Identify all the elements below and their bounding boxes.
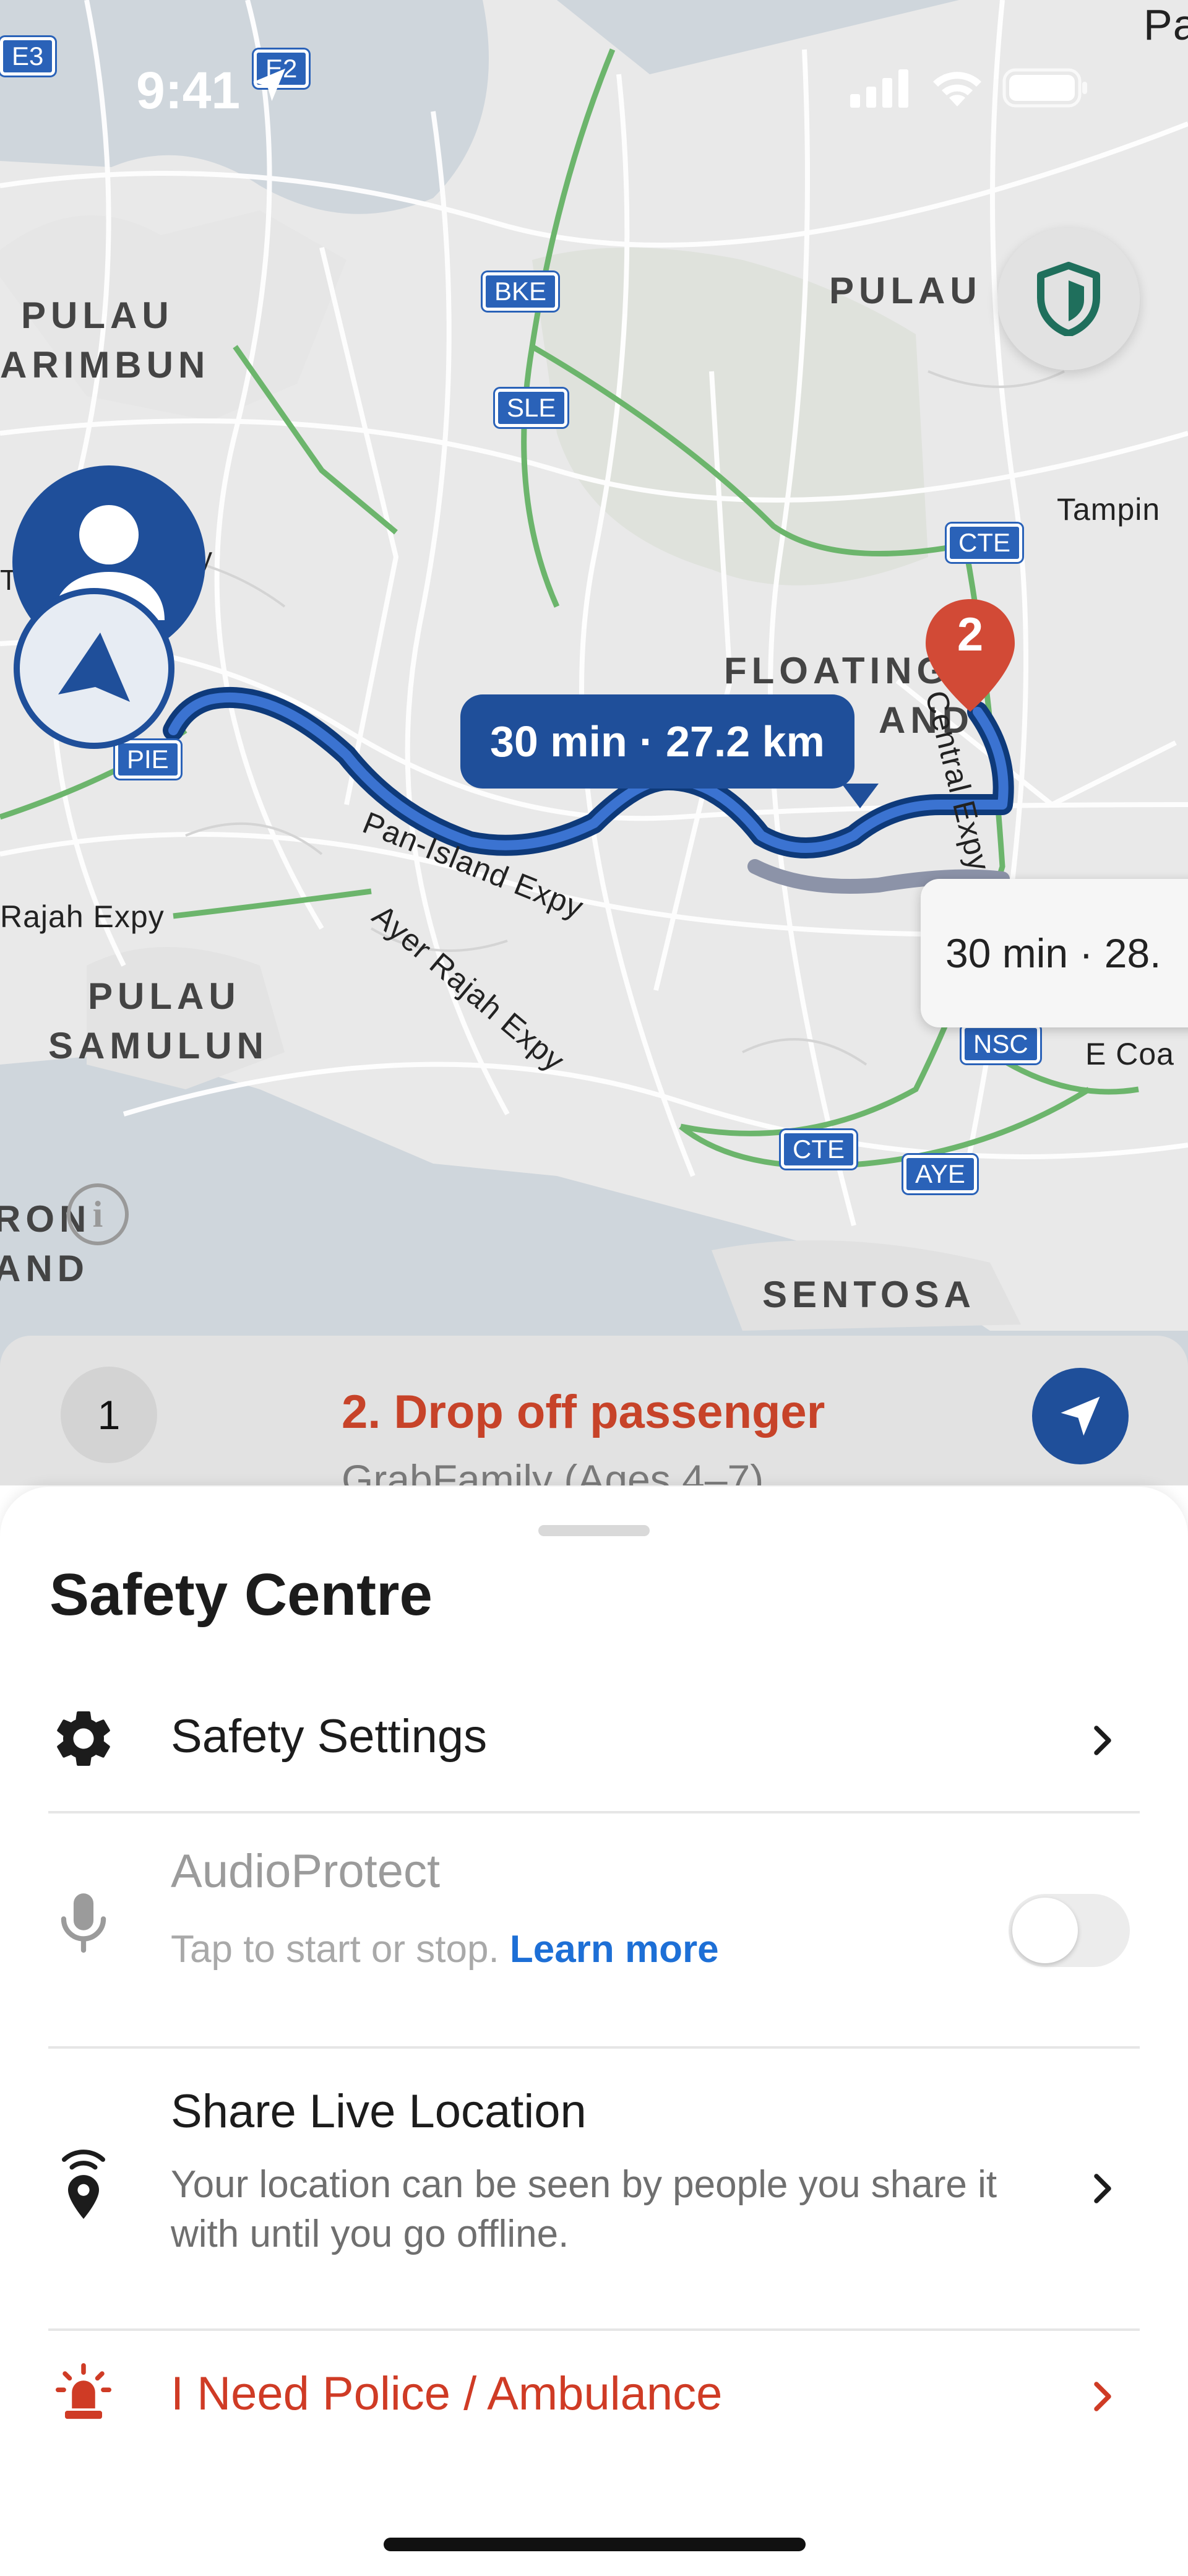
highway-shield-cte: CTE <box>781 1130 856 1169</box>
map-label-sentosa: SENTOSA <box>762 1274 976 1315</box>
audioprotect-toggle[interactable] <box>1009 1894 1130 1967</box>
audioprotect-description: Tap to start or stop. Learn more <box>171 1925 1037 1974</box>
location-arrow-icon <box>252 68 286 102</box>
navigation-arrow-icon <box>58 633 130 702</box>
chevron-right-icon <box>1094 2174 1111 2203</box>
map-label-line: SAMULUN <box>48 1025 269 1066</box>
map-label-pulau-samulun: PULAU SAMULUN <box>48 972 269 1071</box>
share-live-location-description: Your location can be seen by people you … <box>171 2163 997 2255</box>
safety-shield-button[interactable] <box>997 228 1140 370</box>
stop-pin[interactable]: 2 <box>921 594 1020 718</box>
home-indicator[interactable] <box>384 2538 806 2551</box>
highway-shield-aye: AYE <box>903 1155 977 1193</box>
status-bar: 9:41 <box>0 0 1188 119</box>
chevron-right-icon <box>1094 1726 1111 1755</box>
learn-more-link[interactable]: Learn more <box>510 1928 719 1971</box>
highway-shield-nsc: NSC <box>962 1025 1040 1063</box>
safety-centre-sheet: Safety Centre Safety Settings AudioProte… <box>0 1487 1188 2576</box>
eta-bubble-tail <box>842 784 879 808</box>
wifi-icon <box>933 72 981 106</box>
safety-settings-label: Safety Settings <box>171 1710 488 1763</box>
recenter-navigation-button[interactable] <box>14 588 174 749</box>
highway-shield-sle: SLE <box>495 389 568 427</box>
audioprotect-description-text: Tap to start or stop. <box>171 1928 510 1971</box>
start-navigation-button[interactable] <box>1032 1368 1129 1464</box>
toggle-knob <box>1012 1898 1078 1963</box>
eta-bubble-alternative[interactable]: 30 min · 28. <box>921 879 1188 1027</box>
map-label-line: ARIMBUN <box>0 344 210 386</box>
shield-icon <box>1037 262 1100 336</box>
location-broadcast-icon <box>50 2150 118 2222</box>
map-label-pulau-karimbun: PULAU ARIMBUN <box>0 291 210 390</box>
map-view[interactable]: PULAU ARIMBUN PULAU FLOATING AND PULAU S… <box>0 0 1188 1485</box>
status-time: 9:41 <box>136 61 241 119</box>
audioprotect-row: AudioProtect Tap to start or stop. Learn… <box>0 1813 1188 2049</box>
highway-shield-cte: CTE <box>947 524 1022 562</box>
emergency-help-label: I Need Police / Ambulance <box>171 2367 723 2420</box>
status-icons <box>850 67 1089 109</box>
sheet-title: Safety Centre <box>50 1562 433 1628</box>
share-live-location-row[interactable]: Share Live Location Your location can be… <box>0 2049 1188 2328</box>
stop-pin-number: 2 <box>957 608 984 661</box>
gear-icon <box>50 1705 118 1773</box>
battery-icon <box>1002 68 1087 108</box>
road-label-east-coast: E Coa <box>1085 1037 1174 1071</box>
road-label-tampines: Tampin <box>1057 492 1161 527</box>
eta-bubble-primary[interactable]: 30 min · 27.2 km <box>460 694 854 789</box>
share-live-location-label: Share Live Location <box>171 2085 587 2138</box>
send-arrow-icon <box>1061 1396 1100 1436</box>
safety-settings-row[interactable]: Safety Settings <box>0 1672 1188 1809</box>
highway-shield-pie: PIE <box>115 740 181 779</box>
highway-shield-bke: BKE <box>483 272 559 311</box>
map-label-line: PULAU <box>21 295 174 336</box>
map-info-icon[interactable]: i <box>67 1183 129 1245</box>
emergency-help-row[interactable]: I Need Police / Ambulance <box>0 2331 1188 2455</box>
map-label-line: PULAU <box>88 975 241 1017</box>
sheet-drag-handle[interactable] <box>538 1525 650 1536</box>
cellular-signal-icon <box>850 69 908 108</box>
map-label-line: AND <box>0 1248 89 1289</box>
road-label-rajah-expy: Rajah Expy <box>0 899 165 934</box>
microphone-icon <box>50 1888 118 1956</box>
trip-step-number: 1 <box>61 1367 157 1463</box>
chevron-right-icon <box>1094 2382 1111 2411</box>
trip-step-title: 2. Drop off passenger <box>342 1386 825 1438</box>
emergency-siren-icon <box>50 2358 118 2426</box>
audioprotect-label: AudioProtect <box>171 1845 441 1898</box>
trip-step-subtitle: GrabFamily (Ages 4–7) <box>342 1456 764 1485</box>
map-label-pulau-ubin: PULAU <box>829 270 982 311</box>
